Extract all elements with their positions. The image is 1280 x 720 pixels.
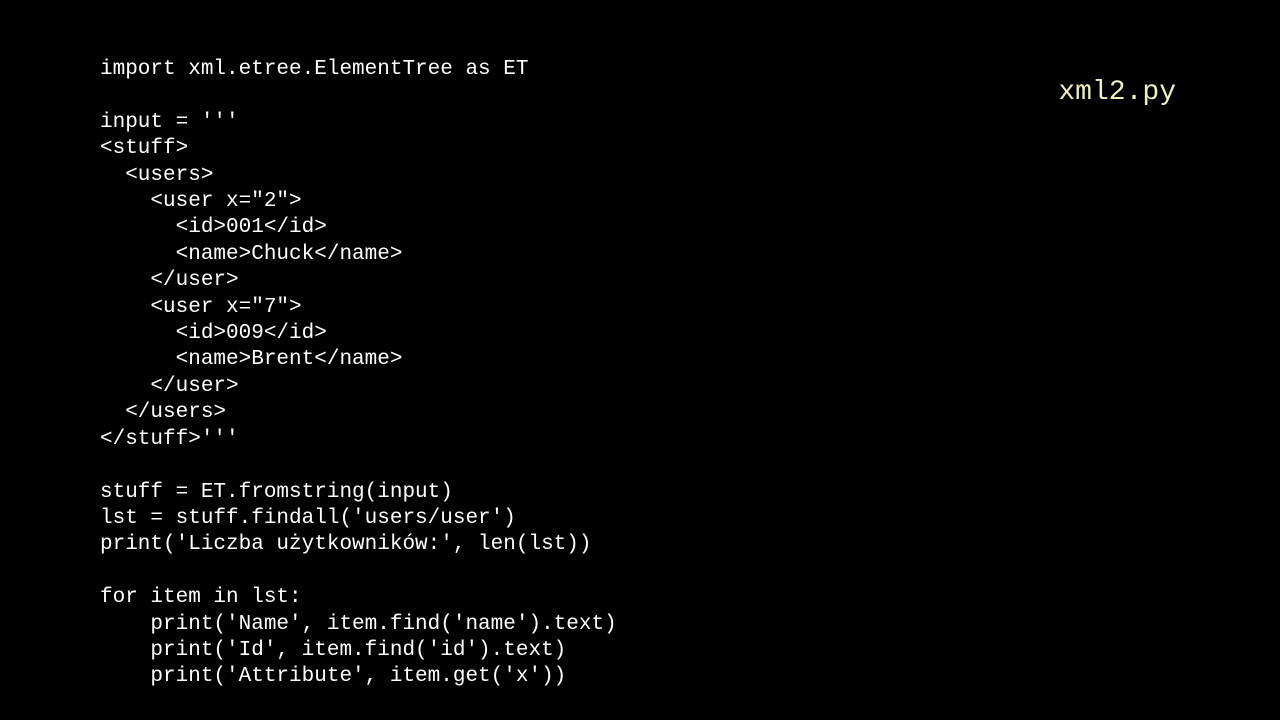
code-content: import xml.etree.ElementTree as ET input… <box>100 57 617 691</box>
filename-label: xml2.py <box>1058 80 1176 106</box>
